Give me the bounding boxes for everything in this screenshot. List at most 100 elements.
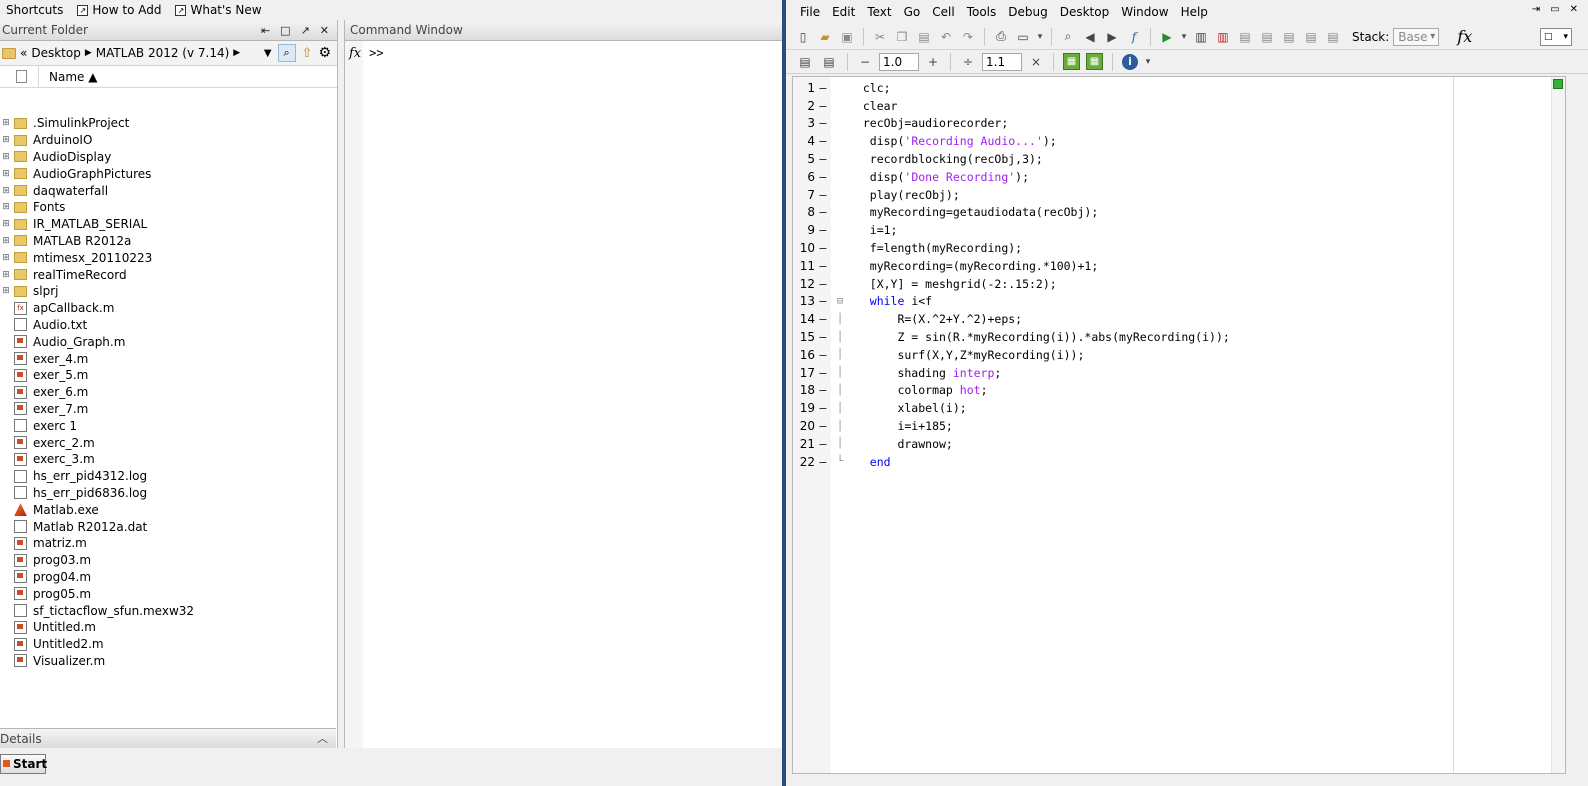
- file-row[interactable]: Untitled.m: [0, 619, 336, 636]
- menu-edit[interactable]: Edit: [828, 5, 863, 19]
- file-row[interactable]: hs_err_pid6836.log: [0, 485, 336, 502]
- exit-debug-icon[interactable]: ▤: [1324, 28, 1342, 46]
- file-name[interactable]: Audio_Graph.m: [33, 335, 125, 349]
- name-column-header[interactable]: Name ▲: [38, 66, 97, 87]
- breakpoint-marker[interactable]: –: [815, 455, 831, 469]
- code-line[interactable]: 20– │ i=i+185;: [793, 417, 1565, 435]
- code-line[interactable]: 7– play(recObj);: [793, 186, 1565, 204]
- close-icon[interactable]: ✕: [320, 20, 329, 41]
- code-line[interactable]: 15– │ Z = sin(R.*myRecording(i)).*abs(myR…: [793, 328, 1565, 346]
- folder-row[interactable]: ⊞ AudioGraphPictures: [0, 165, 336, 182]
- breakpoint-marker[interactable]: –: [815, 383, 831, 397]
- start-button[interactable]: Start: [0, 754, 47, 774]
- step-out-icon[interactable]: ▤: [1280, 28, 1298, 46]
- whats-new-item[interactable]: ↗ What's New: [175, 3, 262, 17]
- expand-icon[interactable]: ⊞: [0, 152, 12, 162]
- breakpoint-marker[interactable]: –: [815, 116, 831, 130]
- redo-icon[interactable]: ↷: [959, 28, 977, 46]
- breakpoint-marker[interactable]: –: [815, 348, 831, 362]
- expand-icon[interactable]: ⊞: [0, 202, 12, 212]
- file-name[interactable]: Matlab.exe: [33, 503, 99, 517]
- fold-icon[interactable]: ⊟: [831, 296, 849, 307]
- folder-row[interactable]: ⊞ MATLAB R2012a: [0, 233, 336, 250]
- breakpoint-marker[interactable]: –: [815, 366, 831, 380]
- folder-row[interactable]: ⊞ mtimesx_20110223: [0, 249, 336, 266]
- menu-cell[interactable]: Cell: [928, 5, 962, 19]
- info-icon[interactable]: i: [1122, 53, 1138, 70]
- evaluate-cell-icon[interactable]: ▤: [820, 53, 838, 71]
- expand-icon[interactable]: ⊞: [0, 286, 12, 296]
- up-folder-icon[interactable]: ⇧: [302, 46, 313, 61]
- decrement-button[interactable]: −: [857, 55, 873, 69]
- expand-icon[interactable]: ⊞: [0, 135, 12, 145]
- run-icon[interactable]: ▶: [1158, 28, 1176, 46]
- code-line[interactable]: 19– │ xlabel(i);: [793, 399, 1565, 417]
- increment-button[interactable]: +: [925, 55, 941, 69]
- folder-row[interactable]: ⊞ slprj: [0, 283, 336, 300]
- code-line[interactable]: 10– f=length(myRecording);: [793, 239, 1565, 257]
- code-line[interactable]: 8– myRecording=getaudiodata(recObj);: [793, 204, 1565, 222]
- dropdown-icon[interactable]: ▼: [264, 48, 272, 59]
- file-row[interactable]: exerc_3.m: [0, 451, 336, 468]
- code-analyzer-status-icon[interactable]: [1553, 79, 1563, 89]
- menu-file[interactable]: File: [796, 5, 828, 19]
- chevron-down-icon[interactable]: ▾: [1144, 53, 1152, 71]
- code-line[interactable]: 17– │ shading interp;: [793, 364, 1565, 382]
- file-name[interactable]: matriz.m: [33, 536, 87, 550]
- insert-cell-icon[interactable]: ▤: [796, 53, 814, 71]
- file-row[interactable]: exerc_2.m: [0, 434, 336, 451]
- menu-go[interactable]: Go: [900, 5, 929, 19]
- undock-icon[interactable]: ⇥: [1532, 4, 1540, 15]
- chevron-down-icon[interactable]: ▾: [1036, 28, 1044, 46]
- maximize-icon[interactable]: □: [280, 20, 290, 41]
- folder-row[interactable]: ⊞ realTimeRecord: [0, 266, 336, 283]
- file-row[interactable]: prog05.m: [0, 585, 336, 602]
- menu-window[interactable]: Window: [1117, 5, 1176, 19]
- chevron-right-icon[interactable]: ▶: [85, 48, 92, 58]
- multiply-button[interactable]: ×: [1028, 55, 1044, 69]
- file-name[interactable]: prog03.m: [33, 553, 91, 567]
- file-name[interactable]: exer_4.m: [33, 352, 88, 366]
- file-name[interactable]: apCallback.m: [33, 301, 114, 315]
- file-name[interactable]: sf_tictacflow_sfun.mexw32: [33, 604, 194, 618]
- scale-value-input[interactable]: 1.1: [982, 52, 1022, 71]
- address-bar[interactable]: « Desktop ▶ MATLAB 2012 (v 7.14) ▶ ▼ ⌕ ⇧…: [0, 41, 337, 66]
- breakpoint-marker[interactable]: –: [815, 134, 831, 148]
- breadcrumb-back[interactable]: «: [20, 46, 27, 60]
- code-line[interactable]: 9– i=1;: [793, 221, 1565, 239]
- breakpoint-marker[interactable]: –: [815, 188, 831, 202]
- breakpoint-marker[interactable]: –: [815, 401, 831, 415]
- file-name[interactable]: AudioDisplay: [33, 150, 111, 164]
- file-name[interactable]: MATLAB R2012a: [33, 234, 131, 248]
- file-name[interactable]: hs_err_pid6836.log: [33, 486, 147, 500]
- continue-icon[interactable]: ▤: [1302, 28, 1320, 46]
- file-row[interactable]: exer_5.m: [0, 367, 336, 384]
- file-row[interactable]: fx apCallback.m: [0, 300, 336, 317]
- function-browser-icon[interactable]: fx: [1457, 27, 1472, 46]
- close-icon[interactable]: ✕: [1570, 4, 1578, 15]
- file-row[interactable]: exer_7.m: [0, 401, 336, 418]
- file-name[interactable]: AudioGraphPictures: [33, 167, 151, 181]
- search-icon[interactable]: ⌕: [277, 44, 296, 62]
- folder-row[interactable]: ⊞ IR_MATLAB_SERIAL: [0, 216, 336, 233]
- increment-value-input[interactable]: 1.0: [879, 52, 919, 71]
- expand-icon[interactable]: ⊞: [0, 236, 12, 246]
- breakpoint-marker[interactable]: –: [815, 437, 831, 451]
- expand-icon[interactable]: ⊞: [0, 253, 12, 263]
- evaluate-cell-advance-icon[interactable]: ▦: [1063, 53, 1080, 70]
- file-row[interactable]: Matlab.exe: [0, 501, 336, 518]
- file-row[interactable]: exer_4.m: [0, 350, 336, 367]
- code-line[interactable]: 2– clear: [793, 97, 1565, 115]
- breakpoint-marker[interactable]: –: [815, 170, 831, 184]
- print-icon[interactable]: ⎙: [992, 28, 1010, 46]
- expand-icon[interactable]: ⊞: [0, 186, 12, 196]
- breakpoint-marker[interactable]: –: [815, 312, 831, 326]
- function-browser-icon[interactable]: fx: [349, 46, 361, 61]
- breakpoint-marker[interactable]: –: [815, 419, 831, 433]
- file-row[interactable]: prog04.m: [0, 569, 336, 586]
- breakpoint-marker[interactable]: –: [815, 99, 831, 113]
- command-window-body[interactable]: fx >>: [345, 41, 782, 748]
- menu-text[interactable]: Text: [863, 5, 899, 19]
- chevron-down-icon[interactable]: ▾: [1180, 28, 1188, 46]
- file-name[interactable]: exer_6.m: [33, 385, 88, 399]
